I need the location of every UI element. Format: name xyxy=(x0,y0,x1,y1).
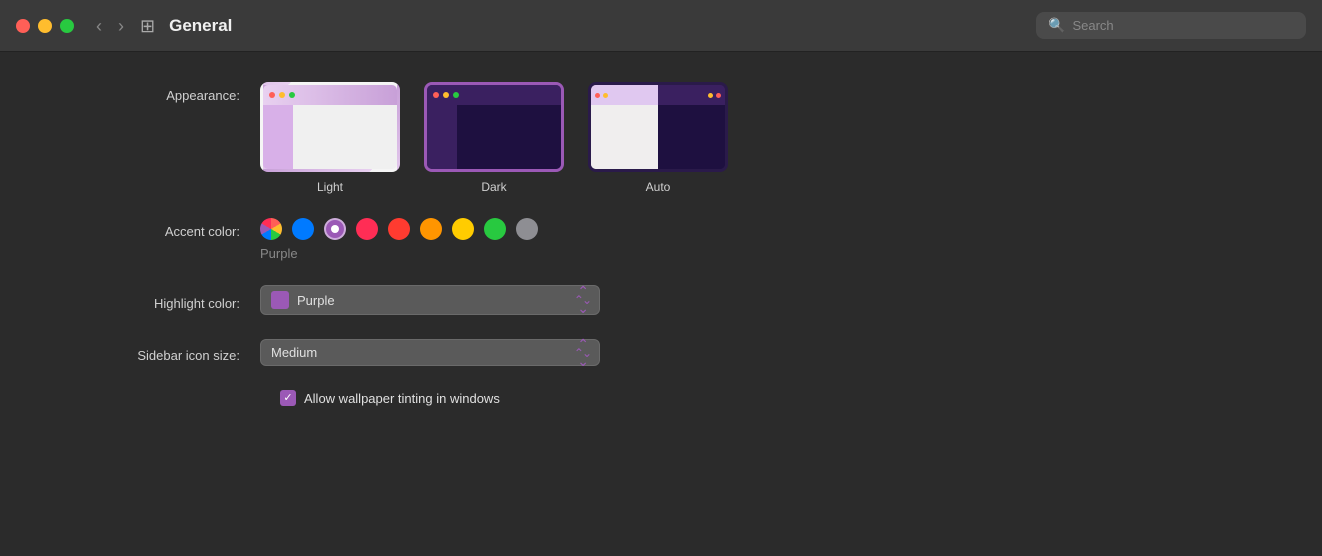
appearance-thumb-auto xyxy=(588,82,728,172)
appearance-dark-label: Dark xyxy=(481,180,506,194)
highlight-color-dropdown-wrapper: Purple ⌃⌄ xyxy=(260,285,600,315)
appearance-thumb-light xyxy=(260,82,400,172)
search-icon: 🔍 xyxy=(1048,17,1065,34)
appearance-label: Appearance: xyxy=(60,82,260,103)
sidebar-icon-size-dropdown-wrapper: Medium ⌃⌄ xyxy=(260,339,600,366)
appearance-dark[interactable]: Dark xyxy=(424,82,564,194)
title-bar: ‹ › ⊞ General 🔍 xyxy=(0,0,1322,52)
window-controls xyxy=(16,19,74,33)
appearance-thumb-dark xyxy=(424,82,564,172)
appearance-auto[interactable]: Auto xyxy=(588,82,728,194)
appearance-row: Appearance: Light xyxy=(60,82,1262,194)
accent-swatch-purple[interactable] xyxy=(324,218,346,240)
highlight-color-swatch xyxy=(271,291,289,309)
dropdown-arrow-icon: ⌃⌄ xyxy=(577,283,589,317)
accent-swatch-green[interactable] xyxy=(484,218,506,240)
wallpaper-tinting-row: ✓ Allow wallpaper tinting in windows xyxy=(280,390,1262,406)
page-title: General xyxy=(169,16,232,36)
minimize-button[interactable] xyxy=(38,19,52,33)
wallpaper-tinting-label: Allow wallpaper tinting in windows xyxy=(304,391,500,406)
accent-colors-wrap: Purple xyxy=(260,218,538,261)
accent-swatch-pink[interactable] xyxy=(356,218,378,240)
sidebar-icon-size-label: Sidebar icon size: xyxy=(60,342,260,363)
appearance-options: Light Dark xyxy=(260,82,728,194)
grid-button[interactable]: ⊞ xyxy=(130,15,165,37)
accent-color-label: Accent color: xyxy=(60,218,260,239)
sidebar-icon-size-row: Sidebar icon size: Medium ⌃⌄ xyxy=(60,339,1262,366)
accent-selected-label: Purple xyxy=(260,246,538,261)
sidebar-dropdown-arrow-icon: ⌃⌄ xyxy=(577,336,589,370)
accent-color-row: Accent color: xyxy=(60,218,1262,261)
highlight-color-label: Highlight color: xyxy=(60,290,260,311)
maximize-button[interactable] xyxy=(60,19,74,33)
appearance-light-label: Light xyxy=(317,180,343,194)
sidebar-icon-size-value: Medium xyxy=(271,345,317,360)
search-bar: 🔍 xyxy=(1036,12,1306,39)
accent-swatch-red[interactable] xyxy=(388,218,410,240)
highlight-color-row: Highlight color: Purple ⌃⌄ xyxy=(60,285,1262,315)
main-content: Appearance: Light xyxy=(0,52,1322,436)
accent-swatch-yellow[interactable] xyxy=(452,218,474,240)
back-button[interactable]: ‹ xyxy=(90,15,108,37)
accent-swatch-orange[interactable] xyxy=(420,218,442,240)
appearance-auto-label: Auto xyxy=(646,180,671,194)
nav-controls: ‹ › xyxy=(90,15,130,37)
forward-button[interactable]: › xyxy=(112,15,130,37)
accent-swatch-blue[interactable] xyxy=(292,218,314,240)
highlight-color-dropdown[interactable]: Purple ⌃⌄ xyxy=(260,285,600,315)
accent-swatch-multicolor[interactable] xyxy=(260,218,282,240)
sidebar-icon-size-dropdown[interactable]: Medium ⌃⌄ xyxy=(260,339,600,366)
checkmark-icon: ✓ xyxy=(283,393,292,404)
close-button[interactable] xyxy=(16,19,30,33)
accent-colors xyxy=(260,218,538,240)
appearance-light[interactable]: Light xyxy=(260,82,400,194)
wallpaper-tinting-checkbox[interactable]: ✓ xyxy=(280,390,296,406)
accent-swatch-graphite[interactable] xyxy=(516,218,538,240)
search-input[interactable] xyxy=(1072,18,1294,33)
highlight-color-value: Purple xyxy=(297,293,335,308)
